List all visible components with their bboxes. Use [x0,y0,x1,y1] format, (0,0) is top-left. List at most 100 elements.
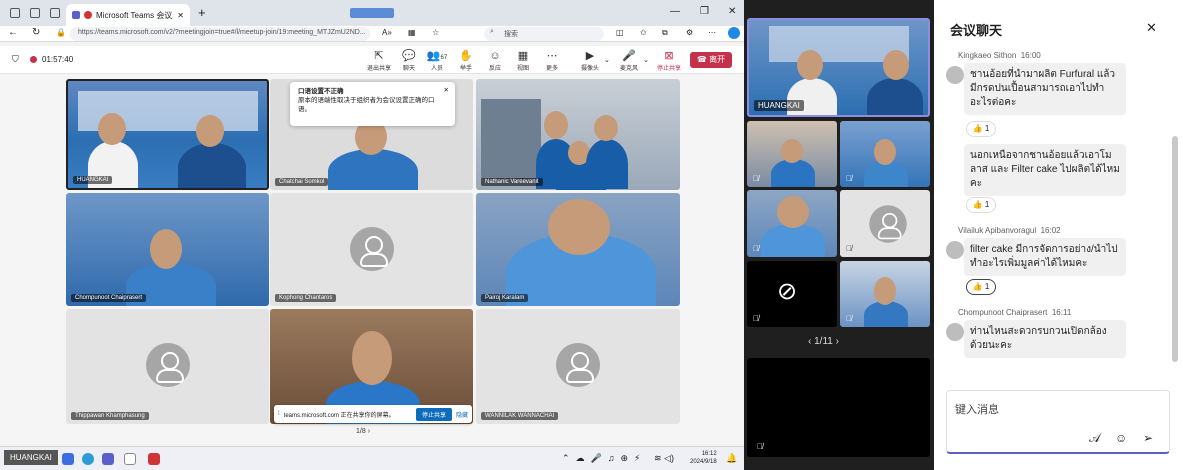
notification-icon[interactable]: 🔔 [726,453,737,464]
toolbar-exit-share[interactable]: ⇱ 退出共享 [367,50,391,72]
muted-mic-icon: 🎙̸ [846,244,852,253]
toolbar-more[interactable]: ⋯ 更多 [540,50,564,72]
video-tile[interactable]: Chompunoot Chaiprasert [66,193,269,306]
close-window-icon[interactable]: ✕ [728,6,736,17]
extensions-icon[interactable]: ⚙ [686,28,693,37]
tab-actions-icon[interactable] [30,8,40,18]
explorer-icon[interactable] [124,453,136,465]
refresh-icon[interactable]: ↻ [32,27,40,38]
wps-icon[interactable] [148,453,160,465]
person-face [594,115,618,141]
tab-teams[interactable]: Microsoft Teams 会议 | Mic ✕ [66,4,190,26]
reaction-like[interactable]: 👍 1 [966,197,996,213]
network-volume-icon[interactable]: ≋ ◁) [654,453,674,464]
edge-icon[interactable] [82,453,94,465]
tray-icons[interactable]: ⌃☁🎤♫⊕⚡ [562,453,646,464]
toolbar-view[interactable]: ▦ 视图 [511,50,535,72]
url-field[interactable]: https://teams.microsoft.com/v2/?meetingj… [70,27,370,41]
camera-options-chevron-icon[interactable]: ⌄ [604,56,610,64]
video-tile[interactable]: Kophong Chantaros [270,193,473,306]
lock-icon[interactable]: 🔒 [56,28,66,37]
chat-message[interactable]: filter cake มีการจัดการอย่าง/นำไปทำอะไรเ… [964,238,1126,276]
toolbar-mic[interactable]: 🎤 麦克风 [617,50,641,72]
leave-button[interactable]: ☎ 离开 [690,52,732,68]
start-icon[interactable] [62,453,74,465]
avatar-placeholder-icon [869,205,907,243]
thumb-tile[interactable]: 🎙̸ [747,190,837,257]
chat-message[interactable]: ชานอ้อยที่นำมาผลิต Furfural แล้วมีกรดปนเ… [964,63,1126,115]
thumb-tile[interactable]: 🎙̸ [840,121,930,187]
split-screen-icon[interactable]: ◫ [616,28,624,37]
chat-message[interactable]: นอกเหนือจากชานอ้อยแล้วเอาโมลาส และ Filte… [964,144,1126,196]
favorites-bar-icon[interactable]: ✩ [640,28,647,37]
person-figure [586,139,628,189]
video-tile[interactable]: Thippawan Khamphasung [66,309,269,424]
toolbar-stop-share[interactable]: ⊠ 停止共享 [655,50,683,72]
message-input[interactable]: 键入消息 𝒜 ☺ ➢ [946,390,1170,454]
mic-options-chevron-icon[interactable]: ⌄ [643,56,649,64]
shield-icon[interactable]: ⛉ [12,54,19,65]
emoji-icon[interactable]: ☺ [1115,431,1127,445]
video-tile[interactable]: Nathanic Vareevanit [476,79,680,190]
close-tooltip-icon[interactable]: ✕ [444,86,449,95]
self-view-tile[interactable]: 🎙̸ [747,358,930,457]
tooltip-body: 原本的语端性取决于组织者为会议设置正确的口语。 [298,97,435,113]
video-tile[interactable]: HUANGKAI [66,79,269,190]
collections-icon[interactable] [50,8,60,18]
reaction-icon: ☺ [489,50,501,62]
stage-next-icon[interactable]: › [368,428,370,435]
main-speaker-tile[interactable]: HUANGKAI [747,18,930,117]
strip-next-icon[interactable]: › [836,336,839,347]
chat-icon: 💬 [402,50,416,62]
meeting-timer: 01:57:40 [42,55,74,64]
drag-handle-icon[interactable]: ⁞ [278,411,280,417]
message-text: ท่านไหนสะดวกรบกวนเปิดกล้องด้วยนะคะ [970,326,1107,351]
format-icon[interactable]: 𝒜 [1089,431,1100,446]
restore-icon[interactable]: ❐ [700,6,709,17]
person-face [150,229,182,269]
copilot-icon[interactable] [728,27,740,39]
video-tile[interactable]: Pairoj Karalam [476,193,680,306]
toolbar-raise-hand[interactable]: ✋ 举手 [454,50,478,72]
close-chat-icon[interactable]: ✕ [1146,20,1157,36]
thumb-tile[interactable]: 🎙̸ [840,190,930,257]
reaction-like[interactable]: 👍 1 [966,121,996,137]
window-drag-indicator [350,8,394,18]
thumb-tile[interactable]: ⊘ 🎙̸ [747,261,837,327]
close-tab-icon[interactable]: ✕ [177,11,184,20]
participant-name: Chompunoot Chaiprasert [71,294,147,302]
chat-message[interactable]: ท่านไหนสะดวกรบกวนเปิดกล้องด้วยนะคะ [964,320,1126,358]
person-face [548,199,610,255]
browser-menu-icon[interactable]: ⋯ [708,28,716,37]
search-field[interactable]: ⌕ 搜索 [484,27,604,41]
clock[interactable]: 16:12 2024/9/18 [690,450,717,466]
toolbar-chat[interactable]: 💬 聊天 [397,50,421,72]
new-tab-icon[interactable]: + [198,5,206,20]
thumb-tile[interactable]: 🎙̸ [747,121,837,187]
teams-icon[interactable] [102,453,114,465]
hide-banner-button[interactable]: 隐藏 [456,410,468,419]
stop-share-icon: ⊠ [664,50,674,62]
strip-page-label: 1/11 [814,336,833,347]
minimize-icon[interactable]: — [670,6,680,17]
muted-mic-icon: 🎙̸ [753,314,759,323]
read-aloud-icon[interactable]: A» [382,28,392,37]
collections-btn-icon[interactable]: ⧉ [662,28,668,38]
back-icon[interactable]: ← [8,27,18,38]
user-avatar-icon [946,323,964,341]
thumb-tile[interactable]: 🎙̸ [840,261,930,327]
workspaces-icon[interactable] [10,8,20,18]
stage-pagination: 1/8 › [356,428,370,435]
chat-scrollbar[interactable] [1172,136,1178,362]
toolbar-react[interactable]: ☺ 反应 [483,50,507,72]
reaction-like-selected[interactable]: 👍 1 [966,279,996,295]
favorite-icon[interactable]: ☆ [432,28,439,37]
toolbar-people[interactable]: 👥67 人员 [425,50,449,72]
video-tile[interactable]: WANNILAK WANNACHAI [476,309,680,424]
toolbar-camera[interactable]: ▶ 摄像头 [578,50,602,72]
message-author: Kingkaeo Sithon [958,51,1017,60]
apps-icon[interactable]: ▦ [408,28,416,37]
send-icon[interactable]: ➢ [1143,431,1153,445]
stop-sharing-button[interactable]: 停止共享 [415,407,452,421]
person-face [352,331,392,385]
